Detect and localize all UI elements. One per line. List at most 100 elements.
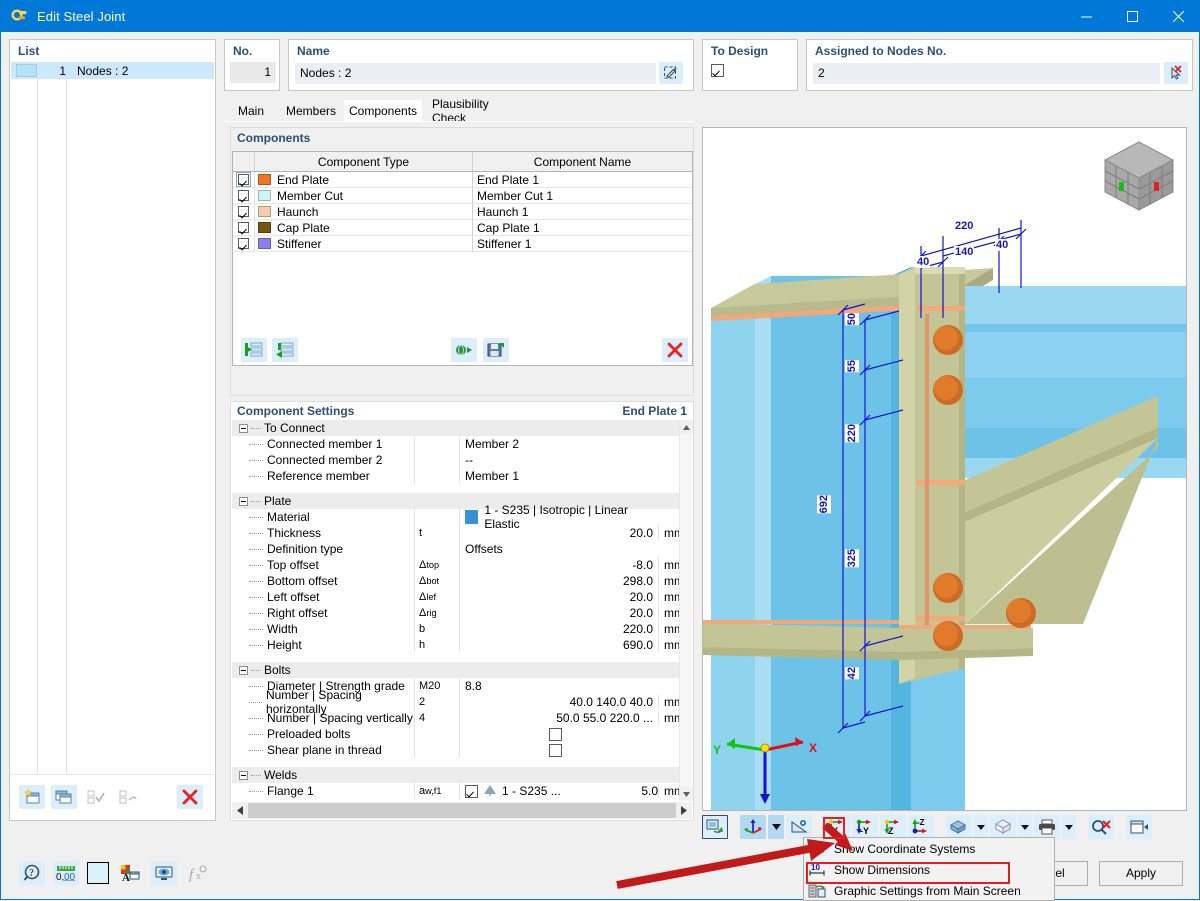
component-enabled-checkbox[interactable] [238, 174, 249, 185]
append-component-button[interactable] [272, 338, 298, 362]
settings-group-header[interactable]: Bolts [232, 662, 692, 678]
row-checkbox-cell[interactable] [233, 220, 255, 236]
weld-enabled-checkbox[interactable] [465, 785, 478, 798]
show-objects-dropdown-arrow[interactable] [768, 815, 784, 839]
settings-row[interactable]: Material1 - S235 | Isotropic | Linear El… [232, 509, 692, 525]
reset-view-button[interactable] [1088, 815, 1114, 839]
color-button[interactable] [87, 862, 109, 884]
copy-joint-button[interactable] [51, 785, 77, 809]
wireframe-arrow[interactable] [1018, 815, 1032, 839]
table-row[interactable]: End PlateEnd Plate 1 [233, 172, 692, 188]
scroll-left-button[interactable] [232, 806, 248, 815]
name-input[interactable]: Nodes : 2 [295, 63, 656, 84]
settings-row[interactable]: Left offsetΔlef20.0mm [232, 589, 692, 605]
settings-row[interactable]: Bottom offsetΔbot298.0mm [232, 573, 692, 589]
list-item[interactable]: 1 Nodes : 2 [11, 62, 214, 79]
view-z-button[interactable]: Z [880, 815, 906, 839]
tab-plausibility-check[interactable]: Plausibility Check [422, 100, 526, 122]
settings-row[interactable]: Widthb220.0mm [232, 621, 692, 637]
tab-components[interactable]: Components [344, 100, 422, 122]
invert-check-button[interactable] [115, 785, 141, 809]
display-mode-arrow[interactable] [974, 815, 988, 839]
settings-row[interactable]: Right offsetΔrig20.0mm [232, 605, 692, 621]
apply-button[interactable]: Apply [1099, 861, 1183, 886]
settings-row[interactable]: Preloaded bolts [232, 726, 692, 742]
tab-main[interactable]: Main [224, 100, 278, 122]
collapse-icon[interactable] [239, 424, 248, 433]
row-checkbox-cell[interactable] [233, 204, 255, 220]
nav-cube-icon[interactable] [1099, 136, 1179, 219]
minimize-button[interactable] [1063, 1, 1109, 32]
joint-list-panel: List 1 Nodes : 2 [9, 39, 216, 821]
scroll-down-button[interactable] [680, 787, 693, 801]
component-type-cell: Stiffener [255, 236, 473, 252]
insert-component-button[interactable] [241, 338, 267, 362]
setting-value: 40.0 140.0 40.0 [570, 695, 653, 709]
settings-group-header[interactable]: Welds [232, 767, 692, 783]
settings-row[interactable]: Thicknesst20.0mm [232, 525, 692, 541]
settings-row[interactable]: Flange 1aw,f11 - S235 ...5.0mm [232, 783, 692, 799]
scroll-right-button[interactable] [676, 806, 692, 815]
component-settings-tree[interactable]: To ConnectConnected member 1Member 2Conn… [232, 420, 692, 801]
tab-members[interactable]: Members [278, 100, 344, 122]
name-edit-button[interactable] [659, 62, 683, 84]
setting-checkbox[interactable] [549, 744, 562, 757]
row-checkbox-cell[interactable] [233, 172, 255, 188]
delete-joint-button[interactable] [177, 785, 203, 809]
collapse-icon[interactable] [239, 771, 248, 780]
pick-node-button[interactable] [1164, 62, 1188, 84]
view-settings-button[interactable] [151, 861, 177, 885]
component-enabled-checkbox[interactable] [238, 238, 249, 249]
view-minus-z-button[interactable]: -Z [908, 815, 934, 839]
settings-row[interactable]: Top offsetΔtop-8.0mm [232, 557, 692, 573]
display-mode-button[interactable] [946, 815, 972, 839]
settings-group-header[interactable]: To Connect [232, 420, 692, 436]
settings-row[interactable]: Definition typeOffsets [232, 541, 692, 557]
settings-row[interactable]: Connected member 1Member 2 [232, 436, 692, 452]
dimension-label: 50 [845, 313, 859, 325]
table-row[interactable]: Cap PlateCap Plate 1 [233, 220, 692, 236]
settings-row[interactable]: Connected member 2-- [232, 452, 692, 468]
detach-view-button[interactable] [1126, 815, 1152, 839]
to-design-checkbox[interactable] [711, 64, 724, 77]
display-properties-button[interactable]: A [117, 861, 143, 885]
settings-row[interactable]: Number | Spacing vertically450.0 55.0 22… [232, 710, 692, 726]
print-arrow[interactable] [1062, 815, 1076, 839]
settings-row[interactable]: Shear plane in thread [232, 742, 692, 758]
row-checkbox-cell[interactable] [233, 188, 255, 204]
settings-row[interactable]: Number | Spacing horizontally240.0 140.0… [232, 694, 692, 710]
delete-component-button[interactable] [662, 338, 688, 362]
component-enabled-checkbox[interactable] [238, 206, 249, 217]
settings-row[interactable]: Reference memberMember 1 [232, 468, 692, 484]
table-row[interactable]: Member CutMember Cut 1 [233, 188, 692, 204]
save-component-button[interactable] [483, 338, 509, 362]
print-button[interactable] [1034, 815, 1060, 839]
component-enabled-checkbox[interactable] [238, 222, 249, 233]
wireframe-button[interactable] [990, 815, 1016, 839]
measure-button[interactable] [786, 815, 812, 839]
collapse-icon[interactable] [239, 497, 248, 506]
scroll-up-button[interactable] [680, 420, 693, 434]
show-objects-button[interactable] [740, 815, 766, 839]
settings-vertical-scrollbar[interactable] [679, 420, 692, 801]
setting-checkbox[interactable] [549, 728, 562, 741]
formula-button[interactable]: f x [185, 861, 211, 885]
settings-horizontal-scrollbar[interactable] [232, 802, 692, 819]
table-row[interactable]: StiffenerStiffener 1 [233, 236, 692, 252]
row-checkbox-cell[interactable] [233, 236, 255, 252]
assigned-nodes-input[interactable]: 2 [813, 63, 1160, 84]
joint-list[interactable]: 1 Nodes : 2 [11, 62, 214, 774]
render-mode-button[interactable] [702, 815, 728, 839]
component-enabled-checkbox[interactable] [238, 190, 249, 201]
new-joint-button[interactable] [19, 785, 45, 809]
settings-row[interactable]: Heighth690.0mm [232, 637, 692, 653]
units-button[interactable]: 0, 00 [53, 861, 79, 885]
maximize-button[interactable] [1109, 1, 1155, 32]
collapse-icon[interactable] [239, 666, 248, 675]
close-button[interactable] [1155, 1, 1200, 32]
import-component-button[interactable] [451, 338, 477, 362]
table-row[interactable]: HaunchHaunch 1 [233, 204, 692, 220]
help-button[interactable]: ? [19, 861, 45, 885]
joint-3d-viewport[interactable]: X Y Z 220 140 40 40 50 55 220 692 325 42 [702, 127, 1187, 811]
check-all-button[interactable] [83, 785, 109, 809]
